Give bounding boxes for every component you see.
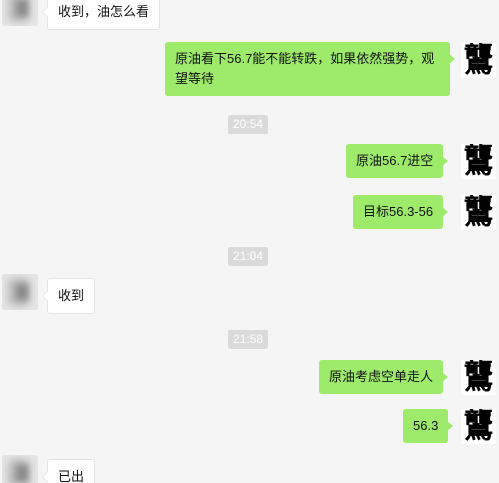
timestamp: 20:54 [228, 115, 269, 134]
message-outgoing[interactable]: 原油考虑空单走人 [319, 360, 449, 394]
timestamp: 21:58 [228, 330, 269, 349]
message-outgoing[interactable]: 目标56.3-56 [353, 195, 449, 229]
message-text: 原油56.7进空 [356, 153, 434, 168]
self-avatar[interactable]: 鸗 [461, 195, 496, 230]
self-avatar[interactable]: 鸗 [461, 43, 496, 78]
contact-avatar[interactable] [2, 0, 38, 26]
message-incoming[interactable]: 收到，油怎么看 [41, 0, 161, 30]
contact-avatar[interactable] [2, 274, 38, 310]
timestamp-text: 20:54 [233, 117, 264, 131]
avatar-glyph: 鸗 [463, 195, 494, 230]
self-avatar[interactable]: 鸗 [461, 360, 496, 395]
message-text: 收到 [58, 288, 85, 303]
message-outgoing[interactable]: 56.3 [403, 409, 454, 443]
chat-window: 收到，油怎么看 原油看下56.7能不能转跌，如果依然强势，观望等待 鸗 20:5… [0, 0, 499, 483]
avatar-glyph: 鸗 [463, 43, 494, 78]
avatar-glyph: 鸗 [463, 360, 494, 395]
message-outgoing[interactable]: 原油看下56.7能不能转跌，如果依然强势，观望等待 [165, 42, 455, 96]
self-avatar[interactable]: 鸗 [461, 409, 496, 444]
message-text: 已出 [58, 469, 85, 483]
timestamp-text: 21:04 [233, 249, 264, 263]
message-outgoing[interactable]: 原油56.7进空 [346, 144, 449, 178]
message-incoming[interactable]: 收到 [41, 278, 96, 314]
contact-avatar[interactable] [2, 455, 38, 483]
self-avatar[interactable]: 鸗 [461, 144, 496, 179]
avatar-glyph: 鸗 [463, 409, 494, 444]
timestamp-text: 21:58 [233, 332, 264, 346]
message-text: 原油考虑空单走人 [329, 369, 434, 384]
timestamp: 21:04 [228, 247, 269, 266]
message-text: 原油看下56.7能不能转跌，如果依然强势，观望等待 [175, 51, 435, 86]
message-text: 收到，油怎么看 [58, 4, 150, 19]
avatar-glyph: 鸗 [463, 144, 494, 179]
message-text: 56.3 [413, 418, 439, 433]
message-incoming[interactable]: 已出 [41, 459, 96, 483]
message-text: 目标56.3-56 [363, 204, 434, 219]
